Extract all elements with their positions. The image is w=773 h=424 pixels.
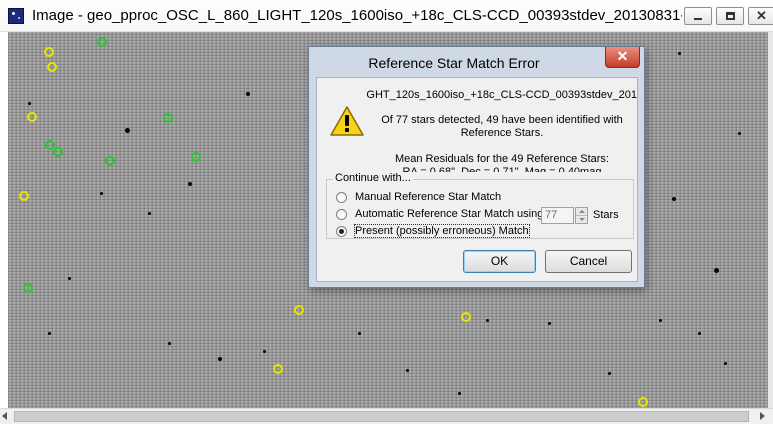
divider [576, 215, 587, 216]
star [406, 369, 409, 372]
window-title: Image - geo_pproc_OSC_L_860_LIGHT_120s_1… [32, 7, 682, 24]
app-icon[interactable] [8, 8, 24, 24]
star [724, 362, 727, 365]
star [148, 212, 151, 215]
unmatched-star-marker [273, 364, 283, 374]
dialog-body: GHT_120s_1600iso_+18c_CLS-CCD_00393stdev… [316, 77, 638, 282]
star [714, 268, 719, 273]
residuals-heading-text: Mean Residuals for the 49 Reference Star… [394, 153, 609, 165]
star [672, 197, 676, 201]
star [68, 277, 71, 280]
residuals-values-text: RA = 0.68", Dec = 0.71", Mag = 0.40mag [402, 166, 602, 172]
reference-star-marker [53, 147, 63, 157]
detection-summary-text: Of 77 stars detected, 49 have been ident… [381, 114, 623, 139]
star [659, 319, 662, 322]
spin-down-icon[interactable] [579, 218, 585, 221]
continue-with-group: Continue with... Manual Reference Star M… [326, 172, 636, 239]
star [738, 132, 741, 135]
star [125, 128, 130, 133]
star [188, 182, 192, 186]
star-count-input[interactable]: 77 [541, 207, 574, 224]
minimize-button[interactable] [684, 7, 712, 25]
reference-star-marker [23, 283, 33, 293]
star [698, 332, 701, 335]
star [48, 332, 51, 335]
star [246, 92, 250, 96]
scroll-left-arrow-icon[interactable] [2, 412, 7, 420]
star [100, 192, 103, 195]
star [548, 322, 551, 325]
scrollbar-thumb[interactable] [14, 411, 749, 422]
star [28, 102, 31, 105]
close-icon: ✕ [616, 48, 629, 64]
image-filename-label: GHT_120s_1600iso_+18c_CLS-CCD_00393stdev… [367, 89, 637, 101]
reference-star-marker [191, 152, 201, 162]
radio-label: Manual Reference Star Match [355, 191, 502, 203]
star-count-stepper[interactable] [575, 207, 588, 224]
unmatched-star-marker [294, 305, 304, 315]
unmatched-star-marker [638, 397, 648, 407]
star [218, 357, 222, 361]
group-label: Continue with... [333, 172, 413, 184]
close-window-button[interactable]: ✕ [748, 7, 773, 25]
reference-star-marker [163, 113, 173, 123]
dialog-title: Reference Star Match Error [368, 55, 540, 71]
cancel-button[interactable]: Cancel [545, 250, 632, 273]
unmatched-star-marker [19, 191, 29, 201]
option-automatic-match[interactable]: Automatic Reference Star Match using 77 … [336, 207, 636, 224]
reference-star-marker [97, 37, 107, 47]
scroll-right-arrow-icon[interactable] [760, 412, 765, 420]
horizontal-scrollbar[interactable] [0, 408, 773, 424]
radio-button[interactable] [336, 192, 347, 203]
star [263, 350, 266, 353]
unmatched-star-marker [461, 312, 471, 322]
warning-icon [330, 106, 364, 136]
radio-button-selected[interactable] [336, 226, 347, 237]
star [486, 319, 489, 322]
star [678, 52, 681, 55]
maximize-icon [726, 12, 735, 20]
dialog-close-button[interactable]: ✕ [605, 47, 640, 68]
reference-star-marker [105, 156, 115, 166]
image-window: Image - geo_pproc_OSC_L_860_LIGHT_120s_1… [0, 0, 773, 424]
ok-button[interactable]: OK [463, 250, 536, 273]
star [168, 342, 171, 345]
stars-unit-label: Stars [593, 209, 619, 221]
spin-up-icon[interactable] [579, 210, 585, 213]
reference-star-match-error-dialog: Reference Star Match Error ✕ GHT_120s_16… [308, 46, 645, 288]
radio-label: Present (possibly erroneous) Match [354, 224, 530, 238]
radio-label: Automatic Reference Star Match using [355, 208, 544, 220]
star [458, 392, 461, 395]
maximize-button[interactable] [716, 7, 744, 25]
unmatched-star-marker [44, 47, 54, 57]
unmatched-star-marker [27, 112, 37, 122]
vertical-scrollbar[interactable] [768, 32, 773, 408]
unmatched-star-marker [47, 62, 57, 72]
title-bar[interactable]: Image - geo_pproc_OSC_L_860_LIGHT_120s_1… [0, 0, 773, 32]
star [358, 332, 361, 335]
close-icon: ✕ [756, 8, 767, 23]
star [608, 372, 611, 375]
radio-button[interactable] [336, 209, 347, 220]
minimize-icon [694, 18, 702, 20]
